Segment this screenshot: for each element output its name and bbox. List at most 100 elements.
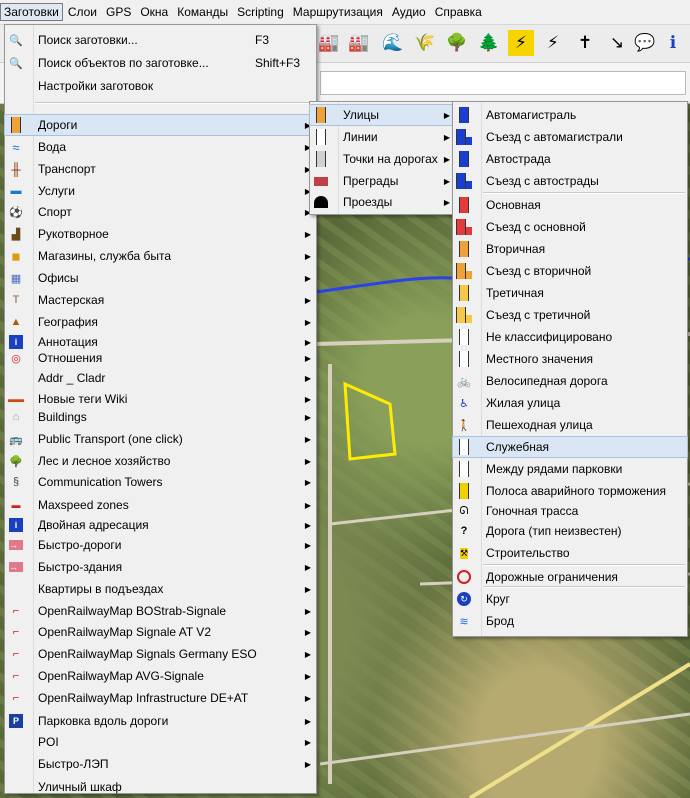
preset-category-29[interactable]: POI ▶ xyxy=(5,732,316,752)
preset-category-13[interactable]: ▬▬ Новые теги Wiki ▶ xyxy=(5,389,316,409)
street-type-20[interactable]: ⚒ Строительство xyxy=(453,543,687,563)
menu-item-label: Пешеходная улица xyxy=(486,418,593,432)
roads-item-4[interactable]: Проезды ▶ xyxy=(310,192,455,212)
preset-category-14[interactable]: ⌂ Buildings ▶ xyxy=(5,407,316,427)
preset-category-7[interactable]: ▦ Офисы ▶ xyxy=(5,268,316,288)
roads-item-1[interactable]: Линии ▶ xyxy=(310,127,455,147)
secondary-icon xyxy=(456,241,472,257)
street-type-8[interactable]: Третичная xyxy=(453,283,687,303)
street-type-4[interactable]: Основная xyxy=(453,195,687,215)
arrow-right-icon: → xyxy=(8,537,24,553)
street-type-19[interactable]: ? Дорога (тип неизвестен) xyxy=(453,521,687,541)
street-type-17[interactable]: Полоса аварийного торможения xyxy=(453,481,687,501)
street-type-7[interactable]: Съезд с вторичной xyxy=(453,261,687,281)
street-type-9[interactable]: Съезд с третичной xyxy=(453,305,687,325)
street-type-13[interactable]: ♿ Жилая улица xyxy=(453,393,687,413)
toolbar-building-icon[interactable]: 🏭 xyxy=(316,30,342,56)
toolbar-comment-icon[interactable]: 💬 xyxy=(632,30,658,56)
preset-category-12[interactable]: Addr _ Cladr ▶ xyxy=(5,368,316,388)
street-type-14[interactable]: 🚶 Пешеходная улица xyxy=(453,415,687,435)
preset-category-4[interactable]: ⚽ Спорт ▶ xyxy=(5,202,316,222)
menu-help[interactable]: Справка xyxy=(431,3,486,21)
menu-item-label: Аннотация xyxy=(38,335,98,349)
street-type-12[interactable]: 🚲 Велосипедная дорога xyxy=(453,371,687,391)
menu-item-label: Новые теги Wiki xyxy=(38,392,128,406)
street-type-3[interactable]: Съезд с автострады xyxy=(453,171,687,191)
unknown-road-icon: ? xyxy=(460,525,468,537)
toolbar-info-icon[interactable]: ℹ xyxy=(660,30,686,56)
preset-category-8[interactable]: T Мастерская ▶ xyxy=(5,290,316,310)
signal-icon: ⌐ xyxy=(12,605,20,617)
menu-scripting[interactable]: Scripting xyxy=(233,3,288,21)
preset-category-15[interactable]: 🚌 Public Transport (one click) ▶ xyxy=(5,429,316,449)
forest-icon: 🌳 xyxy=(9,455,23,468)
preset-category-17[interactable]: § Communication Towers ▶ xyxy=(5,472,316,492)
preset-category-16[interactable]: 🌳 Лес и лесное хозяйство ▶ xyxy=(5,451,316,471)
preset-category-24[interactable]: ⌐ OpenRailwayMap Signale AT V2 ▶ xyxy=(5,622,316,642)
menu-separator xyxy=(35,102,314,104)
menu-item-label: Преграды xyxy=(343,174,399,188)
preset-action-1[interactable]: 🔍 Поиск объектов по заготовке... Shift+F3 xyxy=(5,52,316,74)
toolbar-line-icon[interactable]: ↘ xyxy=(604,30,630,56)
preset-category-25[interactable]: ⌐ OpenRailwayMap Signals Germany ESO ▶ xyxy=(5,644,316,664)
toolbar-water-icon[interactable]: 🌊 xyxy=(380,30,406,56)
preset-category-31[interactable]: Уличный шкаф xyxy=(5,777,316,797)
preset-action-2[interactable]: Настройки заготовок xyxy=(5,75,316,97)
menu-windows[interactable]: Окна xyxy=(136,3,172,21)
roads-item-2[interactable]: Точки на дорогах ▶ xyxy=(310,149,455,169)
menu-gps[interactable]: GPS xyxy=(102,3,135,21)
menu-item-label: Магазины, служба быта xyxy=(38,249,172,263)
street-type-16[interactable]: Между рядами парковки xyxy=(453,459,687,479)
toolbar-wheat-icon[interactable]: 🌾 xyxy=(412,30,438,56)
street-type-23[interactable]: ≋ Брод xyxy=(453,611,687,631)
preset-category-2[interactable]: ╫ Транспорт ▶ xyxy=(5,159,316,179)
menu-audio[interactable]: Аудио xyxy=(388,3,430,21)
street-type-21[interactable]: Дорожные ограничения xyxy=(453,567,687,587)
toolbar-tower-icon[interactable]: ⚡ xyxy=(540,30,566,56)
preset-category-19[interactable]: i Двойная адресация ▶ xyxy=(5,515,316,535)
menu-presets[interactable]: Заготовки xyxy=(0,3,63,21)
preset-category-26[interactable]: ⌐ OpenRailwayMap AVG-Signale ▶ xyxy=(5,666,316,686)
street-type-22[interactable]: ↻ Круг xyxy=(453,589,687,609)
street-type-0[interactable]: Автомагистраль xyxy=(453,105,687,125)
street-type-18[interactable]: ᘏ Гоночная трасса xyxy=(453,501,687,521)
streets-submenu: Автомагистраль Съезд с автомагистрали Авто… xyxy=(452,101,688,637)
preset-category-27[interactable]: ⌐ OpenRailwayMap Infrastructure DE+AT ▶ xyxy=(5,688,316,708)
toolbar-power-icon[interactable]: ⚡ xyxy=(508,30,534,56)
street-type-10[interactable]: Не классифицировано xyxy=(453,327,687,347)
menu-commands[interactable]: Команды xyxy=(173,3,232,21)
menu-item-label: Местного значения xyxy=(486,352,594,366)
preset-action-0[interactable]: 🔍 Поиск заготовки... F3 xyxy=(5,29,316,51)
preset-category-28[interactable]: P Парковка вдоль дороги ▶ xyxy=(5,711,316,731)
menu-layers[interactable]: Слои xyxy=(64,3,101,21)
street-type-5[interactable]: Съезд с основной xyxy=(453,217,687,237)
street-type-2[interactable]: Автострада xyxy=(453,149,687,169)
preset-category-3[interactable]: ▬ Услуги ▶ xyxy=(5,181,316,201)
toolbar-forest-icon[interactable]: 🌲 xyxy=(476,30,502,56)
street-type-11[interactable]: Местного значения xyxy=(453,349,687,369)
preset-category-30[interactable]: Быстро-ЛЭП ▶ xyxy=(5,754,316,774)
roads-item-0[interactable]: Улицы ▶ xyxy=(309,104,456,126)
street-type-6[interactable]: Вторичная xyxy=(453,239,687,259)
street-type-15[interactable]: Служебная xyxy=(452,436,688,458)
preset-category-11[interactable]: ◎ Отношения ▶ xyxy=(5,348,316,368)
menu-routing[interactable]: Маршрутизация xyxy=(289,3,387,21)
preset-category-18[interactable]: ▬ Maxspeed zones ▶ xyxy=(5,495,316,515)
submenu-arrow-icon: ▶ xyxy=(304,693,311,703)
street-type-1[interactable]: Съезд с автомагистрали xyxy=(453,127,687,147)
preset-category-9[interactable]: ▲ География ▶ xyxy=(5,312,316,332)
preset-category-5[interactable]: ▟ Рукотворное ▶ xyxy=(5,224,316,244)
menu-item-label: OpenRailwayMap BOStrab-Signale xyxy=(38,604,227,618)
preset-category-22[interactable]: Квартиры в подъездах ▶ xyxy=(5,579,316,599)
preset-category-21[interactable]: → Быстро-здания ▶ xyxy=(5,557,316,577)
toolbar-tree-icon[interactable]: 🌳 xyxy=(444,30,470,56)
preset-category-20[interactable]: → Быстро-дороги ▶ xyxy=(5,535,316,555)
roads-item-3[interactable]: Преграды ▶ xyxy=(310,171,455,191)
preset-category-23[interactable]: ⌐ OpenRailwayMap BOStrab-Signale ▶ xyxy=(5,601,316,621)
preset-category-1[interactable]: ≈ Вода ▶ xyxy=(5,137,316,157)
toolbar-factory-icon[interactable]: 🏭 xyxy=(346,30,372,56)
toolbar-pole-icon[interactable]: ✝ xyxy=(572,30,598,56)
search-field[interactable] xyxy=(320,71,686,95)
preset-category-6[interactable]: ◼ Магазины, служба быта ▶ xyxy=(5,246,316,266)
preset-category-0[interactable]: Дороги ▶ xyxy=(4,114,317,136)
